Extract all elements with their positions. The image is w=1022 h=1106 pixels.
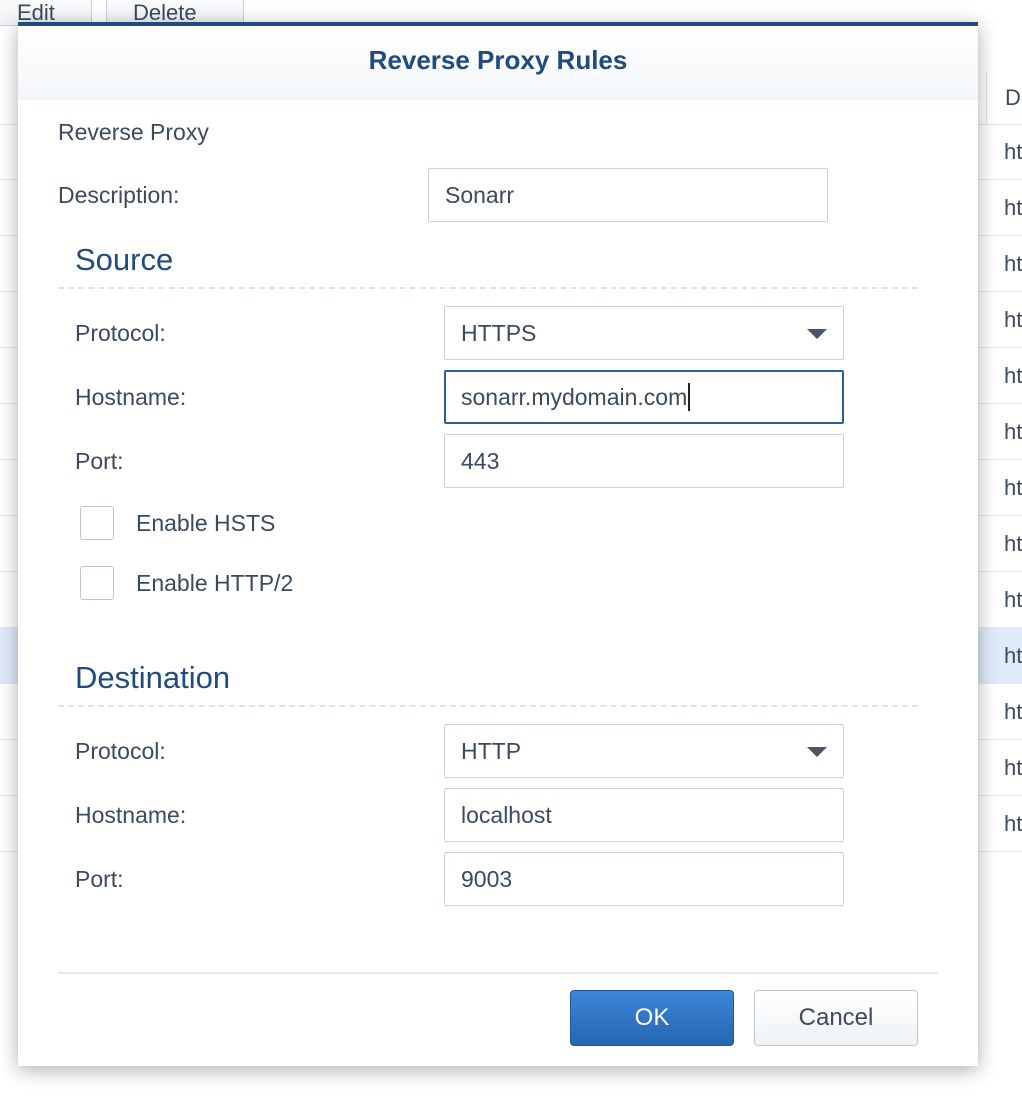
source-section-title: Source [75, 242, 174, 277]
description-input[interactable]: Sonarr [428, 168, 828, 222]
destination-hostname-label: Hostname: [75, 802, 187, 828]
table-cell-destination: ht [1004, 307, 1022, 332]
destination-protocol-label: Protocol: [75, 738, 166, 764]
enable-http2-checkbox[interactable] [80, 566, 114, 600]
enable-hsts-label[interactable]: Enable HSTS [136, 509, 275, 537]
footer-divider [58, 972, 938, 974]
source-divider [58, 287, 918, 289]
source-protocol-value: HTTPS [461, 320, 537, 346]
source-protocol-label: Protocol: [75, 320, 166, 346]
source-protocol-select[interactable]: HTTPS [444, 306, 844, 360]
table-cell-destination: ht [1004, 699, 1022, 724]
table-cell-destination: ht [1004, 363, 1022, 388]
table-cell-destination: ht [1004, 531, 1022, 556]
reverse-proxy-rules-dialog: Reverse Proxy Rules Reverse Proxy Descri… [18, 22, 978, 1066]
description-label: Description: [58, 182, 180, 208]
ok-button[interactable]: OK [570, 990, 734, 1046]
source-hostname-value: sonarr.mydomain.com [461, 384, 688, 410]
dialog-title: Reverse Proxy Rules [18, 26, 978, 100]
source-port-input[interactable]: 443 [444, 434, 844, 488]
cancel-button[interactable]: Cancel [754, 990, 918, 1046]
destination-port-label: Port: [75, 866, 124, 892]
table-cell-destination: ht [1004, 587, 1022, 612]
table-cell-destination: ht [1004, 475, 1022, 500]
destination-protocol-value: HTTP [461, 738, 522, 764]
source-hostname-label: Hostname: [75, 384, 187, 410]
table-cell-destination: ht [1004, 139, 1022, 164]
destination-protocol-select[interactable]: HTTP [444, 724, 844, 778]
source-port-label: Port: [75, 448, 124, 474]
table-cell-destination: ht [1004, 811, 1022, 836]
destination-section-title: Destination [75, 660, 231, 695]
enable-http2-label[interactable]: Enable HTTP/2 [136, 569, 293, 597]
table-cell-destination: ht [1004, 195, 1022, 220]
table-cell-destination: ht [1004, 755, 1022, 780]
destination-divider [58, 705, 918, 707]
table-cell-destination: ht [1004, 419, 1022, 444]
text-cursor [688, 382, 691, 411]
source-hostname-input[interactable]: sonarr.mydomain.com [444, 370, 844, 424]
chevron-down-icon [807, 329, 827, 339]
enable-hsts-checkbox[interactable] [80, 506, 114, 540]
destination-port-input[interactable]: 9003 [444, 852, 844, 906]
reverse-proxy-label: Reverse Proxy [58, 119, 209, 145]
column-header-destination[interactable]: D [986, 72, 1021, 124]
table-cell-destination: ht [1004, 643, 1022, 668]
chevron-down-icon [807, 747, 827, 757]
table-cell-destination: ht [1004, 251, 1022, 276]
destination-hostname-input[interactable]: localhost [444, 788, 844, 842]
